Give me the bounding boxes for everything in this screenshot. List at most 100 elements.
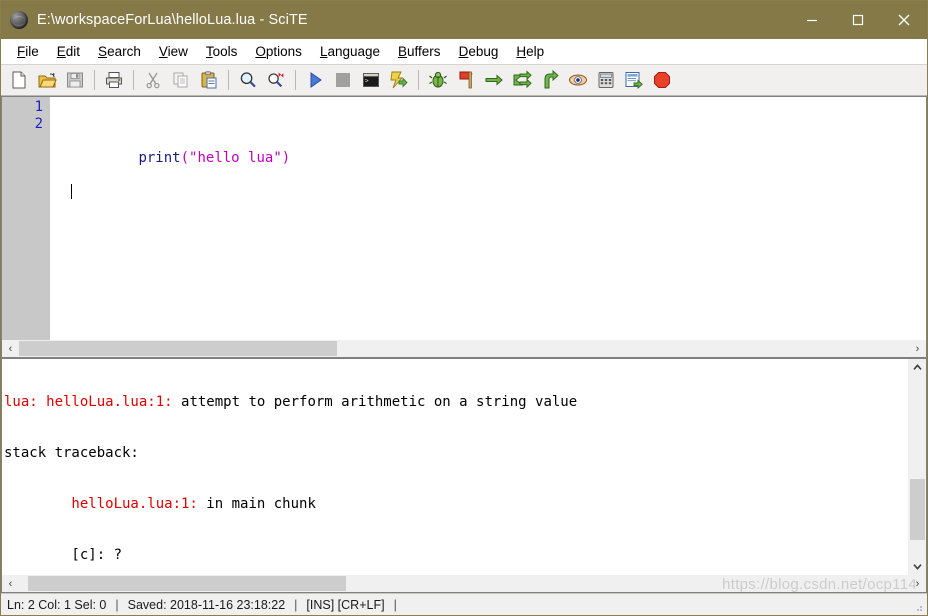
properties-icon[interactable]	[621, 67, 647, 93]
menu-label-language: anguage	[327, 43, 381, 59]
output-hscroll-track[interactable]	[19, 575, 909, 592]
scroll-down-arrow-icon[interactable]	[909, 558, 926, 575]
window-controls	[789, 1, 927, 39]
output-text: stack traceback:	[4, 445, 139, 461]
toolbar-separator	[133, 70, 134, 90]
menu-item-help[interactable]: Help	[507, 43, 553, 61]
output-line: stack traceback:	[4, 445, 908, 462]
output-vscroll-track[interactable]	[909, 376, 926, 558]
console-window-icon[interactable]: >	[358, 67, 384, 93]
cut-scissors-icon[interactable]	[140, 67, 166, 93]
output-text: attempt to perform arithmetic on a strin…	[181, 394, 578, 410]
menu-label-view: iew	[167, 43, 188, 59]
editor-hscroll-thumb[interactable]	[19, 341, 337, 356]
menu-item-search[interactable]: Search	[89, 43, 150, 61]
output-vertical-scrollbar[interactable]	[908, 359, 926, 575]
stop-square-icon[interactable]	[330, 67, 356, 93]
output-hscroll-thumb[interactable]	[28, 576, 346, 591]
menu-label-options: ptions	[265, 43, 302, 59]
token-open-paren: (	[180, 150, 190, 166]
line-number: 2	[34, 116, 43, 132]
status-bar: Ln: 2 Col: 1 Sel: 0 | Saved: 2018-11-16 …	[1, 593, 927, 615]
menu-item-debug[interactable]: Debug	[450, 43, 508, 61]
toolbar: >	[1, 64, 927, 96]
output-pane[interactable]: lua: helloLua.lua:1: attempt to perform …	[2, 359, 908, 575]
menu-item-view[interactable]: View	[150, 43, 197, 61]
paste-clipboard-icon[interactable]	[196, 67, 222, 93]
menu-label-edit: dit	[65, 43, 81, 59]
scroll-left-arrow-icon[interactable]: ‹	[2, 340, 19, 357]
output-line: [c]: ?	[4, 547, 908, 564]
menu-item-file[interactable]: File	[8, 43, 48, 61]
menu-item-language[interactable]: Language	[311, 43, 389, 61]
status-divider: |	[393, 597, 397, 612]
toolbar-separator	[418, 70, 419, 90]
status-divider: |	[115, 597, 119, 612]
output-pane-wrapper: lua: helloLua.lua:1: attempt to perform …	[1, 358, 927, 575]
editor-hscroll-track[interactable]	[19, 340, 909, 357]
copy-icon[interactable]	[168, 67, 194, 93]
output-vscroll-thumb[interactable]	[909, 479, 925, 540]
step-into-arrow-icon[interactable]	[509, 67, 535, 93]
output-horizontal-scrollbar[interactable]: ‹ ›	[1, 575, 927, 593]
menu-item-edit[interactable]: Edit	[48, 43, 89, 61]
code-editor[interactable]: 1 2 print("hello lua")	[1, 96, 927, 340]
line-number-gutter: 1 2	[2, 97, 50, 340]
run-play-icon[interactable]	[302, 67, 328, 93]
scroll-right-arrow-icon[interactable]: ›	[909, 340, 926, 357]
scroll-right-arrow-icon[interactable]: ›	[909, 575, 926, 592]
title-bar: E:\workspaceForLua\helloLua.lua - SciTE	[1, 1, 927, 39]
step-out-arrow-icon[interactable]	[537, 67, 563, 93]
calculator-icon[interactable]	[593, 67, 619, 93]
compile-lightning-icon[interactable]	[386, 67, 412, 93]
svg-text:>: >	[365, 78, 369, 85]
debug-bug-icon[interactable]	[425, 67, 451, 93]
new-file-icon[interactable]	[6, 67, 32, 93]
find-magnifier-icon[interactable]	[235, 67, 261, 93]
close-button[interactable]	[881, 1, 927, 39]
minimize-button[interactable]	[789, 1, 835, 39]
status-cursor-position: Ln: 2 Col: 1 Sel: 0	[7, 597, 107, 612]
replace-magnifier-icon[interactable]	[263, 67, 289, 93]
code-line-1: print("hello lua")	[71, 133, 926, 166]
maximize-button[interactable]	[835, 1, 881, 39]
text-caret	[71, 184, 72, 199]
open-file-icon[interactable]	[34, 67, 60, 93]
breakpoint-flag-icon[interactable]	[453, 67, 479, 93]
scroll-left-arrow-icon[interactable]: ‹	[2, 575, 19, 592]
status-divider: |	[294, 597, 298, 612]
menu-item-buffers[interactable]: Buffers	[389, 43, 450, 61]
menu-item-options[interactable]: Options	[246, 43, 311, 61]
resize-grip-icon[interactable]	[912, 601, 924, 613]
menu-item-tools[interactable]: Tools	[197, 43, 247, 61]
toolbar-separator	[94, 70, 95, 90]
sphere-icon	[10, 11, 28, 29]
step-over-arrow-icon[interactable]	[481, 67, 507, 93]
menu-label-help: elp	[526, 43, 545, 59]
watch-eye-icon[interactable]	[565, 67, 591, 93]
output-text: in main chunk	[206, 496, 316, 512]
print-icon[interactable]	[101, 67, 127, 93]
menu-label-search: earch	[107, 43, 141, 59]
output-line: helloLua.lua:1: in main chunk	[4, 496, 908, 513]
editor-horizontal-scrollbar[interactable]: ‹ ›	[1, 340, 927, 358]
output-error-prefix: lua: helloLua.lua:1:	[4, 394, 182, 410]
menu-label-file: ile	[25, 43, 39, 59]
save-file-icon[interactable]	[62, 67, 88, 93]
window-title: E:\workspaceForLua\helloLua.lua - SciTE	[37, 12, 308, 28]
token-function-name: print	[138, 150, 181, 166]
menu-bar: File Edit Search View Tools Options Lang…	[1, 39, 927, 64]
status-edit-modes: [INS] [CR+LF]	[306, 597, 385, 612]
token-close-paren: )	[281, 150, 291, 166]
toolbar-separator	[295, 70, 296, 90]
scite-window: E:\workspaceForLua\helloLua.lua - SciTE …	[0, 0, 928, 616]
line-number: 1	[34, 99, 43, 115]
output-text: [c]: ?	[4, 547, 123, 563]
abort-stop-icon[interactable]	[649, 67, 675, 93]
scroll-up-arrow-icon[interactable]	[909, 359, 926, 376]
menu-label-debug: ebug	[468, 43, 499, 59]
code-text-area[interactable]: print("hello lua")	[70, 97, 926, 340]
output-error-prefix: helloLua.lua:1:	[4, 496, 207, 512]
code-line-2	[71, 184, 926, 201]
token-string-literal: "hello lua"	[189, 150, 282, 166]
